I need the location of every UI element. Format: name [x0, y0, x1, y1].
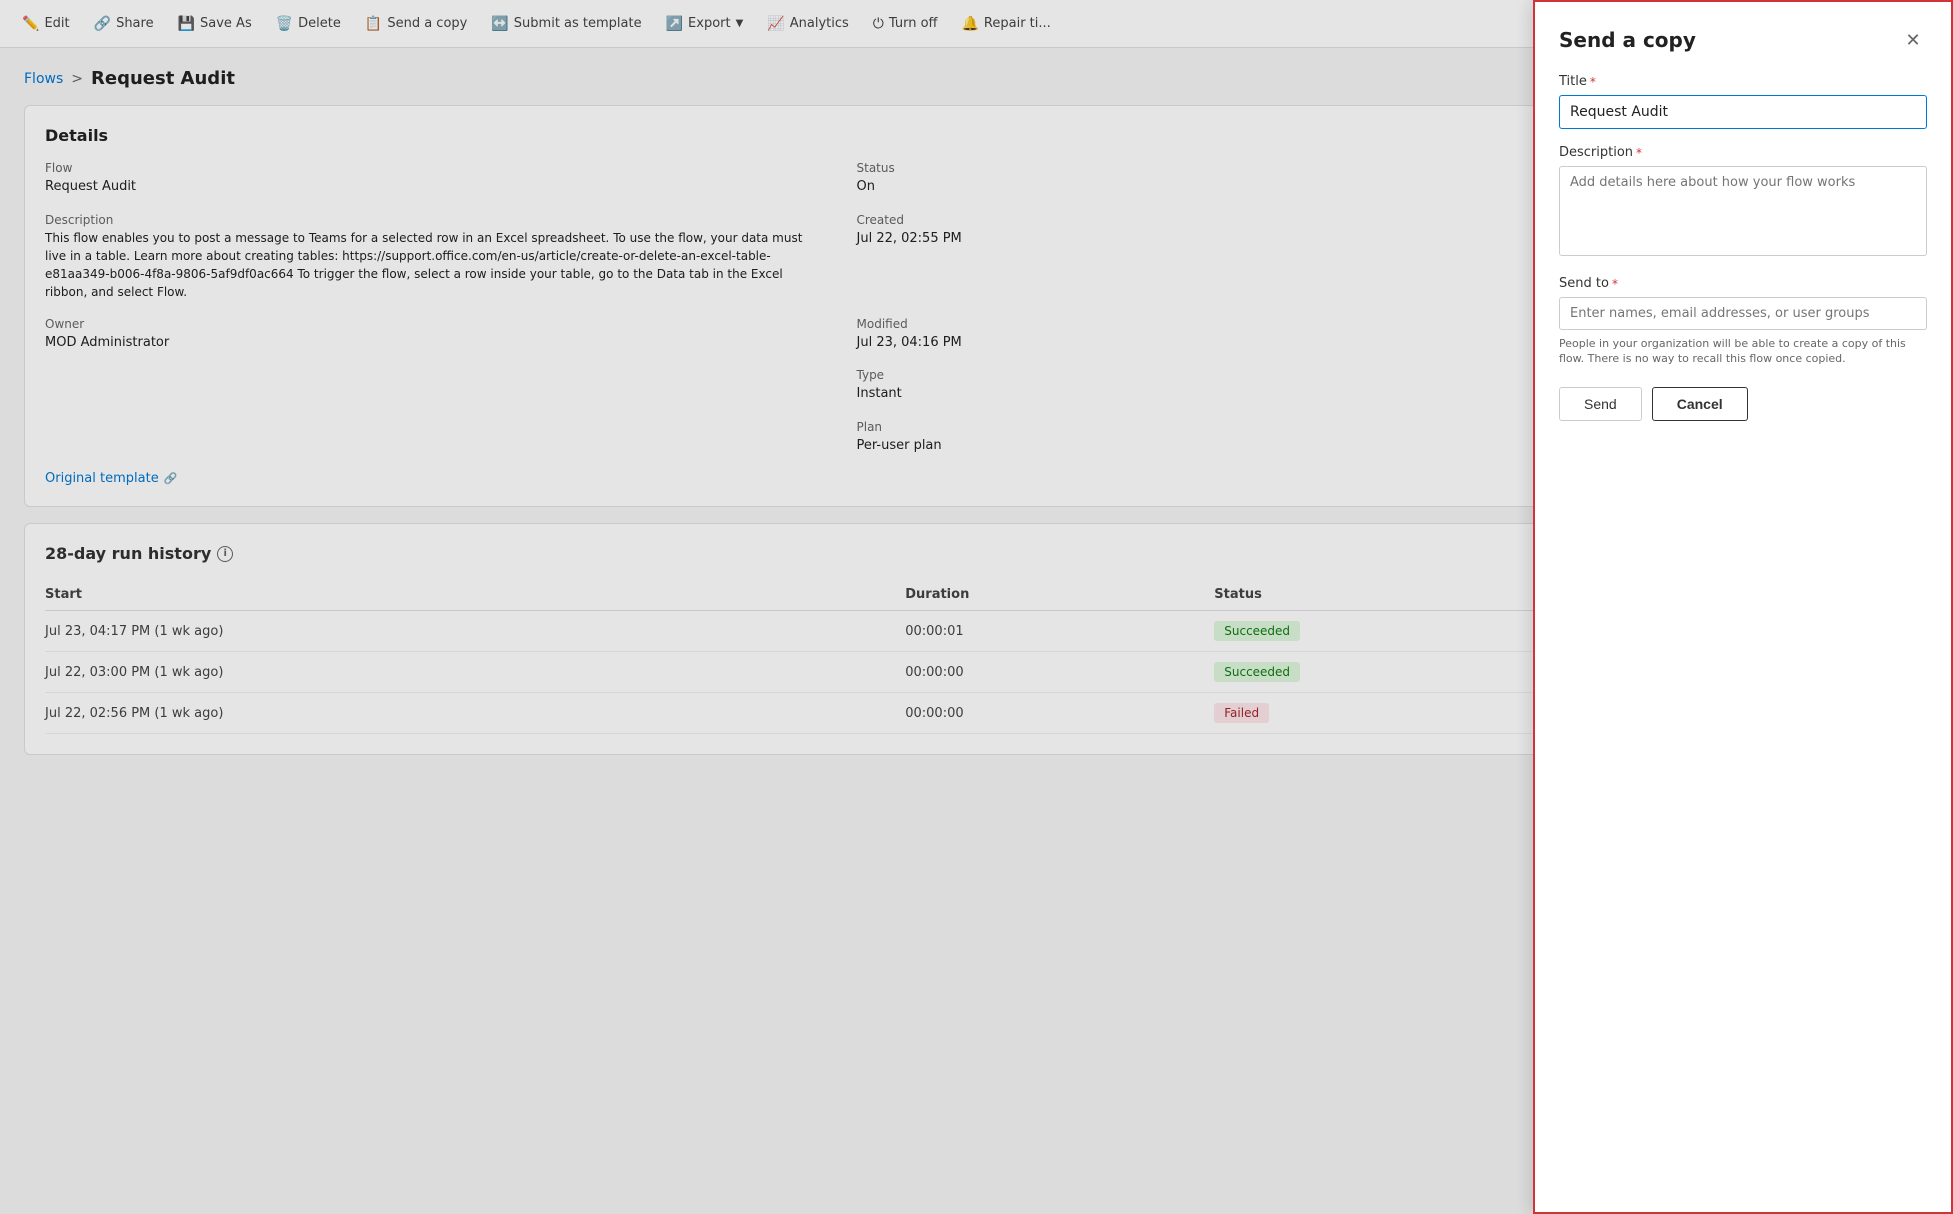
modal-close-button[interactable]: ✕	[1899, 26, 1927, 54]
cancel-button[interactable]: Cancel	[1652, 387, 1748, 421]
modal-actions: Send Cancel	[1559, 387, 1927, 421]
title-required-star: *	[1590, 75, 1596, 89]
description-field-label: Description *	[1559, 145, 1927, 160]
send-to-required-star: *	[1612, 277, 1618, 291]
send-button[interactable]: Send	[1559, 387, 1642, 421]
helper-text: People in your organization will be able…	[1559, 336, 1927, 367]
send-to-field-label: Send to *	[1559, 276, 1927, 291]
modal-overlay: Send a copy ✕ Title * Description * Send…	[0, 0, 1953, 1214]
description-textarea[interactable]	[1559, 166, 1927, 256]
title-input[interactable]	[1559, 95, 1927, 129]
description-required-star: *	[1636, 146, 1642, 160]
send-to-input[interactable]	[1559, 297, 1927, 330]
modal-header: Send a copy ✕	[1559, 26, 1927, 54]
title-field-label: Title *	[1559, 74, 1927, 89]
modal-title: Send a copy	[1559, 28, 1696, 52]
send-copy-modal: Send a copy ✕ Title * Description * Send…	[1533, 0, 1953, 1214]
